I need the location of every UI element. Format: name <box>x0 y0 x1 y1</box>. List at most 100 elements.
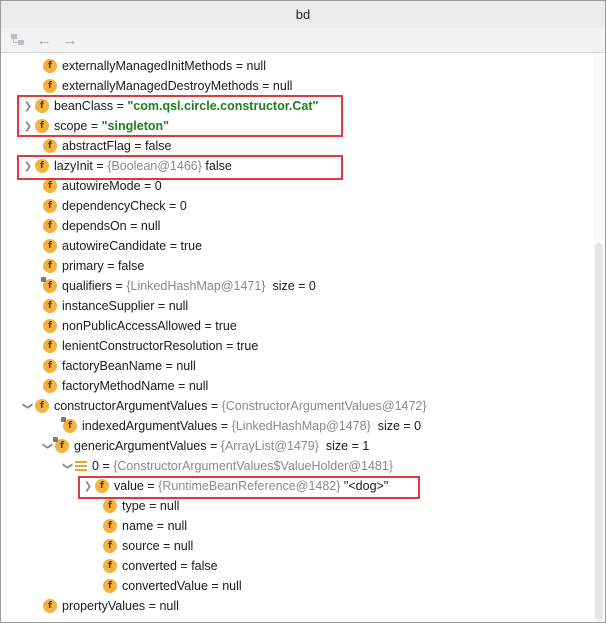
tree-row-bean-class[interactable]: ❯ f beanClass = "com.qsl.circle.construc… <box>1 96 593 116</box>
tree-row-indexed-argument-values[interactable]: f indexedArgumentValues = {LinkedHashMap… <box>1 416 593 436</box>
tree-view-icon[interactable] <box>7 30 29 50</box>
field-value: null <box>222 579 242 593</box>
equals-sign: = <box>149 499 157 513</box>
field-value: size = 0 <box>272 279 316 293</box>
expand-placeholder <box>89 576 103 596</box>
field-value: true <box>215 319 237 333</box>
tree-row-property-values[interactable]: f propertyValues = null <box>1 596 593 616</box>
tree-row-factory-method-name[interactable]: f factoryMethodName = null <box>1 376 593 396</box>
tree-row-primary[interactable]: f primary = false <box>1 256 593 276</box>
tree-row-autowire-mode[interactable]: f autowireMode = 0 <box>1 176 593 196</box>
expand-placeholder <box>29 376 43 396</box>
field-value: 0 <box>179 199 187 213</box>
tree-row-scope[interactable]: ❯ f scope = "singleton" <box>1 116 593 136</box>
tree-row-qualifiers[interactable]: f qualifiers = {LinkedHashMap@1471} size… <box>1 276 593 296</box>
field-value: true <box>180 239 203 253</box>
tree-row-depends-on[interactable]: f dependsOn = null <box>1 216 593 236</box>
tree-row-externally-managed-destroy-methods[interactable]: f externallyManagedDestroyMethods = null <box>1 76 593 96</box>
tree-row-dependency-check[interactable]: f dependencyCheck = 0 <box>1 196 593 216</box>
equals-sign: = <box>147 479 155 493</box>
forward-arrow-icon[interactable]: → <box>59 30 81 50</box>
field-icon: f <box>43 339 57 353</box>
field-name: lenientConstructorResolution <box>62 339 223 353</box>
field-name: factoryBeanName <box>62 359 163 373</box>
field-icon: f <box>43 319 57 333</box>
field-name: lazyInit <box>54 159 93 173</box>
tree-row-non-public-access-allowed[interactable]: f nonPublicAccessAllowed = true <box>1 316 593 336</box>
equals-sign: = <box>204 319 212 333</box>
equals-sign: = <box>226 339 234 353</box>
field-name: factoryMethodName <box>62 379 175 393</box>
equals-sign: = <box>130 219 138 233</box>
equals-sign: = <box>262 79 270 93</box>
expand-placeholder <box>89 516 103 536</box>
field-name: converted <box>122 559 177 573</box>
equals-sign: = <box>90 119 99 133</box>
field-icon: f <box>35 159 49 173</box>
window-title: bd <box>295 7 311 22</box>
object-ref: {RuntimeBeanReference@1482} <box>158 479 341 493</box>
tree-row-generic-argument-values[interactable]: ❯ f genericArgumentValues = {ArrayList@1… <box>1 436 593 456</box>
tree-row-converted-value[interactable]: f convertedValue = null <box>1 576 593 596</box>
equals-sign: = <box>211 579 219 593</box>
expand-placeholder <box>29 356 43 376</box>
field-value: null <box>176 359 196 373</box>
chevron-right-icon[interactable]: ❯ <box>21 116 35 136</box>
chevron-right-icon[interactable]: ❯ <box>21 156 35 176</box>
tree-row-list-element-0[interactable]: ❯ 0 = {ConstructorArgumentValues$ValueHo… <box>1 456 593 476</box>
chevron-right-icon[interactable]: ❯ <box>21 96 35 116</box>
object-ref: {LinkedHashMap@1478} <box>231 419 371 433</box>
field-value: true <box>236 339 259 353</box>
field-icon: f <box>43 199 57 213</box>
expand-placeholder <box>29 256 43 276</box>
expand-placeholder <box>29 176 43 196</box>
equals-sign: = <box>178 379 186 393</box>
equals-sign: = <box>116 99 124 113</box>
field-name: dependsOn <box>62 219 127 233</box>
tree-row-factory-bean-name[interactable]: f factoryBeanName = null <box>1 356 593 376</box>
tree-row-instance-supplier[interactable]: f instanceSupplier = null <box>1 296 593 316</box>
tree-row-type[interactable]: f type = null <box>1 496 593 516</box>
expand-placeholder <box>29 76 43 96</box>
field-icon: f <box>95 479 109 493</box>
equals-sign: = <box>102 459 110 473</box>
field-name: abstractFlag <box>62 139 131 153</box>
field-icon: f <box>43 79 57 93</box>
final-field-icon: f <box>61 417 77 433</box>
equals-sign: = <box>220 419 229 433</box>
equals-sign: = <box>210 399 219 413</box>
field-value: null <box>272 79 293 93</box>
field-name: constructorArgumentValues <box>54 399 208 413</box>
field-name: scope <box>54 119 88 133</box>
field-icon: f <box>103 499 117 513</box>
vertical-scrollbar-thumb[interactable] <box>595 243 603 621</box>
field-icon: f <box>43 359 57 373</box>
tree-row-lazy-init[interactable]: ❯ f lazyInit = {Boolean@1466} false <box>1 156 593 176</box>
field-icon: f <box>35 399 49 413</box>
field-value: null <box>173 539 194 553</box>
chevron-down-icon[interactable]: ❯ <box>58 459 78 473</box>
back-arrow-icon[interactable]: ← <box>33 30 55 50</box>
tree-row-source[interactable]: f source = null <box>1 536 593 556</box>
field-icon: f <box>43 599 57 613</box>
tree-row-converted[interactable]: f converted = false <box>1 556 593 576</box>
field-value: null <box>188 379 209 393</box>
field-value: 0 <box>154 179 162 193</box>
tree-row-name[interactable]: f name = null <box>1 516 593 536</box>
tree-row-constructor-argument-values[interactable]: ❯ f constructorArgumentValues = {Constru… <box>1 396 593 416</box>
tree-row-autowire-candidate[interactable]: f autowireCandidate = true <box>1 236 593 256</box>
equals-sign: = <box>163 539 171 553</box>
object-ref: {Boolean@1466} <box>107 159 202 173</box>
field-icon: f <box>43 259 57 273</box>
field-icon: f <box>43 179 57 193</box>
field-name: source <box>122 539 160 553</box>
field-value: "com.qsl.circle.constructor.Cat" <box>127 99 319 113</box>
equals-sign: = <box>96 159 104 173</box>
tree-row-externally-managed-init-methods[interactable]: f externallyManagedInitMethods = null <box>1 56 593 76</box>
tree-row-abstract-flag[interactable]: f abstractFlag = false <box>1 136 593 156</box>
tree-row-value[interactable]: ❯ f value = {RuntimeBeanReference@1482} … <box>1 476 593 496</box>
equals-sign: = <box>169 239 178 253</box>
field-name: dependencyCheck <box>62 199 166 213</box>
tree-row-lenient-constructor-resolution[interactable]: f lenientConstructorResolution = true <box>1 336 593 356</box>
chevron-right-icon[interactable]: ❯ <box>81 476 95 496</box>
